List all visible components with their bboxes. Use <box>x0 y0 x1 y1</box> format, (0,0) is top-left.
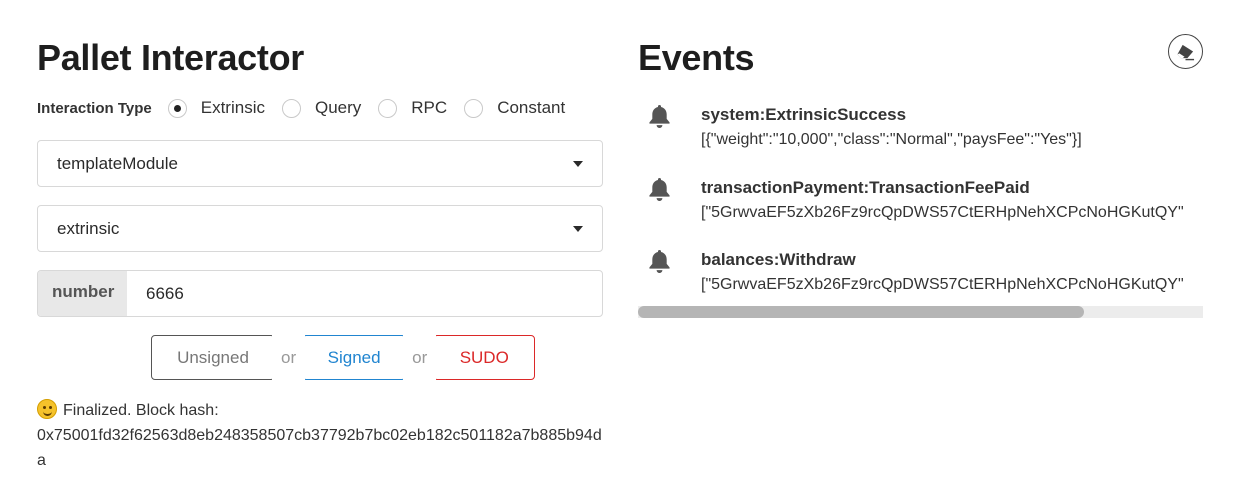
event-data: [{"weight":"10,000","class":"Normal","pa… <box>701 131 1082 148</box>
eraser-icon <box>1177 44 1195 61</box>
radio-button[interactable] <box>464 98 484 118</box>
list-item: transactionPayment:TransactionFeePaid ["… <box>638 172 1203 222</box>
or-separator: or <box>403 335 437 380</box>
radio-query[interactable]: Query <box>281 98 362 118</box>
caret-down-icon <box>573 161 583 167</box>
radio-extrinsic[interactable]: Extrinsic <box>167 98 265 118</box>
radio-constant-label: Constant <box>497 98 566 117</box>
clear-events-button[interactable] <box>1168 34 1203 69</box>
radio-button[interactable] <box>281 98 301 118</box>
event-name: transactionPayment:TransactionFeePaid <box>701 178 1030 197</box>
bell-icon <box>649 177 670 201</box>
tx-status: Finalized. Block hash: 0x75001fd32f62563… <box>37 398 603 473</box>
submit-button-group: Unsigned or Signed or SUDO <box>151 335 536 380</box>
unsigned-button[interactable]: Unsigned <box>151 335 275 380</box>
block-hash: 0x75001fd32f62563d8eb248358507cb37792b7b… <box>37 427 602 469</box>
interaction-type-label: Interaction Type <box>37 99 152 117</box>
callable-select-value: extrinsic <box>57 219 120 238</box>
event-data: ["5GrwvaEF5zXb26Fz9rcQpDWS57CtERHpNehXCP… <box>701 204 1184 221</box>
pallet-select-value: templateModule <box>57 154 178 173</box>
events-title: Events <box>638 37 755 78</box>
radio-rpc-label: RPC <box>411 98 448 117</box>
smiley-icon <box>37 399 57 419</box>
radio-constant[interactable]: Constant <box>464 98 565 118</box>
signed-button[interactable]: Signed <box>302 335 407 380</box>
callable-select[interactable]: extrinsic <box>37 205 603 252</box>
caret-down-icon <box>573 226 583 232</box>
events-list: system:ExtrinsicSuccess [{"weight":"10,0… <box>638 99 1203 306</box>
pallet-interactor-panel: Pallet Interactor Interaction Type Extri… <box>37 36 603 469</box>
pallet-select[interactable]: templateModule <box>37 140 603 187</box>
events-panel: Events system:ExtrinsicSuccess [{"weight… <box>638 34 1203 318</box>
radio-extrinsic-label: Extrinsic <box>200 98 265 117</box>
event-name: balances:Withdraw <box>701 250 856 269</box>
or-separator: or <box>272 335 306 380</box>
page-title: Pallet Interactor <box>37 37 304 78</box>
param-label: number <box>38 271 127 316</box>
param-number-field: number 6666 <box>37 270 603 317</box>
event-name: system:ExtrinsicSuccess <box>701 105 907 124</box>
status-text: Finalized. Block hash: <box>63 402 219 419</box>
scrollbar-thumb[interactable] <box>638 306 1085 318</box>
radio-button[interactable] <box>378 98 398 118</box>
radio-query-label: Query <box>314 98 362 117</box>
param-input[interactable]: 6666 <box>146 284 184 304</box>
list-item: system:ExtrinsicSuccess [{"weight":"10,0… <box>638 99 1203 149</box>
bell-icon <box>649 249 670 273</box>
radio-button-selected[interactable] <box>167 98 187 118</box>
horizontal-scrollbar[interactable] <box>638 306 1203 318</box>
sudo-button[interactable]: SUDO <box>433 335 536 380</box>
radio-rpc[interactable]: RPC <box>378 98 447 118</box>
bell-icon <box>649 104 670 128</box>
interaction-type-group: Interaction Type Extrinsic Query RPC Con… <box>37 97 603 119</box>
event-data: ["5GrwvaEF5zXb26Fz9rcQpDWS57CtERHpNehXCP… <box>701 276 1184 293</box>
list-item: balances:Withdraw ["5GrwvaEF5zXb26Fz9rcQ… <box>638 244 1203 294</box>
